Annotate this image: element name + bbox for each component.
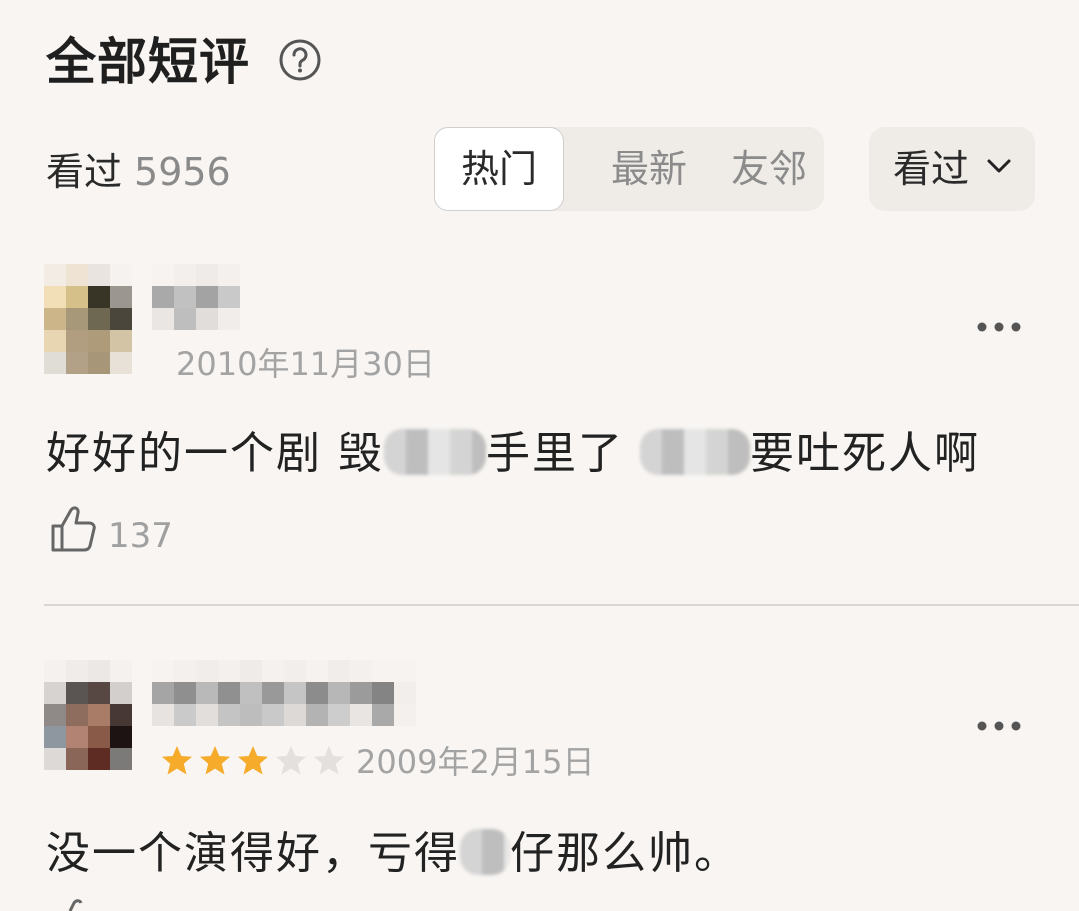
comment-2-text-part-2: 仔那么帅。: [510, 828, 740, 879]
comment-1-text: 好好的一个剧 毁 手里了 要吐死人啊: [46, 424, 980, 484]
comment-divider: [44, 604, 1079, 606]
redacted-blur: [384, 429, 486, 475]
comment-1-text-part-2: 手里了: [486, 428, 624, 479]
watched-count-label: 看过 5956: [46, 146, 231, 198]
comment-1-avatar[interactable]: [44, 264, 132, 374]
comment-2-username[interactable]: [152, 660, 416, 726]
star-filled-icon: [162, 746, 192, 775]
comment-2-avatar[interactable]: [44, 660, 132, 770]
comment-2-date: 2009年2月15日: [356, 743, 595, 781]
watched-count: 5956: [134, 150, 231, 194]
tab-latest[interactable]: 最新: [584, 127, 714, 211]
filter-label: 看过: [893, 147, 970, 191]
question-circle-icon[interactable]: [278, 38, 322, 82]
sort-tabs: 热门 最新 友邻: [434, 127, 824, 211]
page-title: 全部短评: [46, 33, 250, 91]
comment-2-text-part-1: 没一个演得好，亏得: [46, 828, 460, 879]
redacted-blur: [640, 429, 750, 475]
comment-2-text: 没一个演得好，亏得 仔那么帅。: [46, 824, 740, 884]
redacted-blur: [460, 829, 510, 875]
more-options-icon[interactable]: [976, 321, 1022, 333]
comment-1-date: 2010年11月30日: [176, 345, 435, 383]
comment-1-text-part-1: 好好的一个剧 毁: [46, 428, 384, 479]
star-empty-icon: [276, 746, 306, 775]
comment-1-like-count: 137: [108, 516, 173, 556]
tab-hot[interactable]: 热门: [434, 127, 564, 211]
comment-2-rating: [160, 744, 346, 778]
comment-1-username[interactable]: [152, 264, 240, 330]
chevron-down-icon: [987, 159, 1011, 173]
thumbs-up-icon[interactable]: [50, 898, 96, 911]
star-filled-icon: [238, 746, 268, 775]
star-filled-icon: [200, 746, 230, 775]
comment-1-text-part-3: 要吐死人啊: [750, 428, 980, 479]
watched-label-text: 看过: [46, 150, 123, 194]
thumbs-up-icon[interactable]: [50, 504, 96, 554]
star-empty-icon: [314, 746, 344, 775]
more-options-icon[interactable]: [976, 720, 1022, 732]
tab-friends[interactable]: 友邻: [714, 127, 824, 211]
watched-filter-dropdown[interactable]: 看过: [869, 127, 1035, 211]
